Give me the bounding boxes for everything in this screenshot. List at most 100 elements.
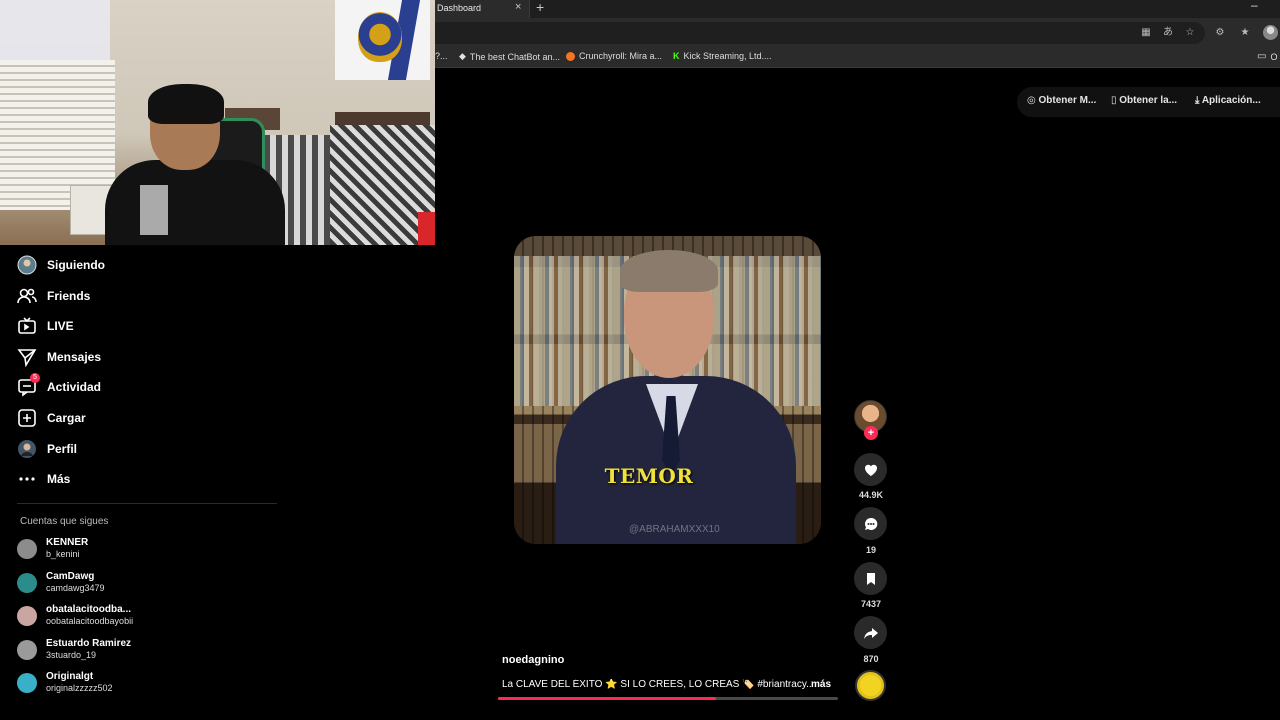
- bookmark-label: The best ChatBot an...: [469, 51, 560, 62]
- sidebar-item-upload[interactable]: Cargar: [17, 407, 86, 429]
- profile-icon: [17, 439, 37, 459]
- app-available-icon[interactable]: ▦: [1140, 27, 1152, 39]
- sidebar-item-more[interactable]: Más: [17, 468, 70, 490]
- activity-badge: 5: [30, 373, 40, 383]
- account-handle: camdawg3479: [46, 583, 105, 593]
- comment-icon: [864, 517, 877, 530]
- tab-dashboard[interactable]: Dashboard ×: [435, 0, 530, 18]
- avatar: [17, 539, 37, 559]
- video-caption: TEMOR: [604, 464, 694, 488]
- sound-disc[interactable]: [855, 670, 886, 701]
- sidebar-item-live[interactable]: LIVE: [17, 315, 74, 337]
- sidebar-item-label: LIVE: [47, 319, 74, 333]
- sidebar-item-profile[interactable]: Perfil: [17, 438, 77, 460]
- sidebar-item-label: Siguiendo: [47, 258, 105, 272]
- share-count: 870: [863, 654, 879, 664]
- messages-icon: [17, 347, 37, 367]
- more-button[interactable]: más: [811, 679, 831, 690]
- sidebar-item-messages[interactable]: Mensajes: [17, 346, 101, 368]
- video-player[interactable]: TEMOR @ABRAHAMXXX10: [514, 236, 821, 544]
- avatar: [17, 640, 37, 660]
- following-section-title: Cuentas que sigues: [20, 516, 109, 527]
- video-author[interactable]: noedagnino: [502, 654, 564, 666]
- follow-button[interactable]: +: [864, 426, 878, 440]
- video-progress-fill: [498, 697, 716, 700]
- live-icon: [17, 316, 37, 336]
- video-description: La CLAVE DEL ÉXITO ⭐ SI LO CREES, LO CRE…: [502, 679, 812, 690]
- tab-bar: Dashboard × + –: [435, 0, 1280, 18]
- translate-icon[interactable]: あ: [1162, 27, 1174, 39]
- avatar: [17, 573, 37, 593]
- webcam-person-hair: [148, 84, 224, 124]
- account-handle: oobatalacitoodbayobii: [46, 616, 134, 626]
- webcam-flag-crest: [358, 12, 402, 62]
- share-icon: [863, 627, 878, 639]
- bookmark-label: Crunchyroll: Mira a...: [579, 51, 663, 61]
- bookmark-label: Kick Streaming, Ltd....: [683, 51, 772, 61]
- favorite-star-icon[interactable]: ☆: [1184, 27, 1196, 39]
- comment-button[interactable]: [854, 507, 887, 540]
- video-speaker-hair: [620, 250, 718, 292]
- account-name: KENNER: [46, 537, 89, 548]
- desktop-app-label: Aplicación...: [1201, 95, 1261, 106]
- bookmark-item[interactable]: ◆ The best ChatBot an...: [459, 51, 560, 62]
- heart-icon: [864, 464, 877, 476]
- like-count: 44.9K: [858, 490, 884, 500]
- top-action-buttons: ◎ Obtener M... ▯ Obtener la... ⤓ Aplicac…: [1017, 87, 1280, 117]
- avatar: [17, 673, 37, 693]
- sidebar-item-label: Mensajes: [47, 350, 102, 364]
- like-button[interactable]: [854, 453, 887, 486]
- webcam-shirt-print: [140, 185, 168, 235]
- video-watermark: @ABRAHAMXXX10: [629, 524, 720, 535]
- favorites-icon[interactable]: ★: [1239, 27, 1251, 39]
- account-handle: 3stuardo_19: [46, 650, 97, 660]
- webcam-red-cup: [418, 212, 435, 245]
- get-app-button[interactable]: ▯ Obtener la...: [1111, 95, 1177, 106]
- sidebar-item-following[interactable]: Siguiendo: [17, 254, 105, 276]
- friends-icon: [17, 286, 37, 306]
- chatbot-icon: ◆: [459, 51, 466, 61]
- activity-icon: 5: [17, 373, 40, 397]
- sidebar-divider: [17, 503, 277, 504]
- tab-title: Dashboard: [437, 3, 482, 13]
- sidebar-item-label: Cargar: [47, 411, 86, 425]
- minimize-button[interactable]: –: [1251, 0, 1258, 12]
- sidebar-item-label: Más: [47, 472, 71, 486]
- address-input[interactable]: [435, 22, 1205, 44]
- sidebar-item-friends[interactable]: Friends: [17, 285, 90, 307]
- desktop-app-button[interactable]: ⤓ Aplicación...: [1195, 95, 1261, 106]
- share-button[interactable]: [854, 616, 887, 649]
- bookmark-icon: [866, 572, 875, 585]
- new-tab-button[interactable]: +: [536, 0, 544, 15]
- bookmark-label: ?...: [435, 51, 448, 61]
- sidebar-item-label: Friends: [47, 289, 91, 303]
- bookmarks-folder-icon[interactable]: ▭ O: [1257, 51, 1277, 62]
- get-coins-button[interactable]: ◎ Obtener M...: [1027, 95, 1096, 106]
- profile-avatar-icon[interactable]: [1263, 25, 1278, 40]
- crunchyroll-icon: [566, 51, 575, 61]
- video-progress-bar[interactable]: [498, 697, 838, 700]
- bookmark-item[interactable]: ?...: [435, 51, 448, 61]
- account-name: CamDawg: [46, 571, 95, 582]
- save-button[interactable]: [854, 562, 887, 595]
- avatar-icon: [17, 255, 37, 275]
- more-icon: [17, 469, 37, 489]
- account-name: obatalacitoodba...: [46, 604, 132, 615]
- webcam-person-body: [105, 160, 285, 245]
- close-icon[interactable]: ×: [515, 1, 521, 13]
- get-coins-label: Obtener M...: [1038, 95, 1097, 106]
- get-app-label: Obtener la...: [1119, 95, 1178, 106]
- extensions-icon[interactable]: ⚙: [1214, 27, 1226, 39]
- upload-icon: [17, 408, 37, 428]
- account-name: Originalgt: [46, 671, 94, 682]
- bookmark-item[interactable]: K Kick Streaming, Ltd....: [673, 51, 772, 61]
- account-name: Estuardo Ramirez: [46, 638, 132, 649]
- account-handle: originalzzzzz502: [46, 683, 113, 693]
- sidebar-item-activity[interactable]: 5 Actividad: [17, 373, 102, 398]
- webcam-overlay: [0, 0, 435, 245]
- sidebar-item-label: Actividad: [47, 380, 102, 394]
- kick-icon: K: [673, 51, 680, 61]
- save-count: 7437: [860, 599, 882, 609]
- bookmarks-bar: ?... ◆ The best ChatBot an... Crunchyrol…: [435, 48, 1280, 68]
- bookmark-item[interactable]: Crunchyroll: Mira a...: [566, 51, 662, 61]
